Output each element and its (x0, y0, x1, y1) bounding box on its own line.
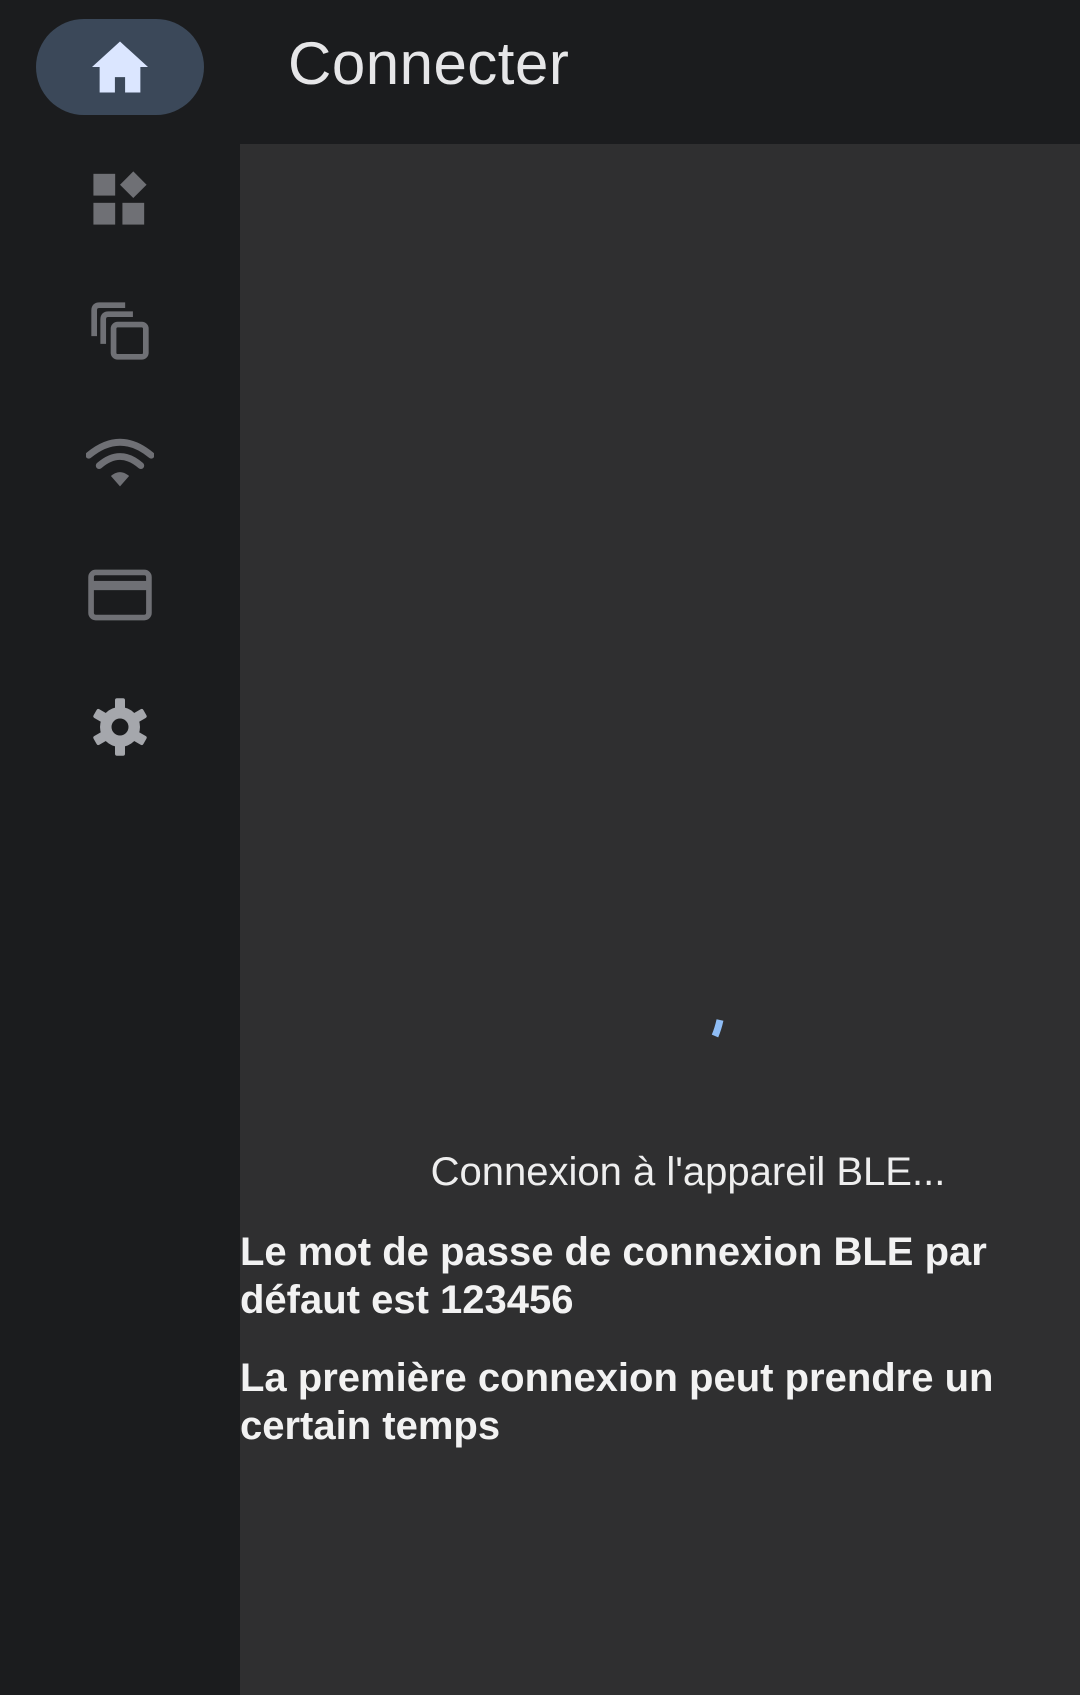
wifi-icon (86, 438, 154, 487)
loading-spinner-icon (711, 1019, 724, 1038)
nav-item-wifi[interactable] (36, 415, 204, 511)
nav-item-copy[interactable] (36, 283, 204, 379)
nav-item-widgets[interactable] (36, 150, 204, 246)
home-icon (92, 41, 148, 93)
top-app-bar: Connecter (240, 0, 1080, 144)
page-title: Connecter (288, 30, 570, 97)
nav-item-home[interactable] (36, 19, 204, 115)
connection-status-text: Connexion à l'appareil BLE... (430, 1150, 946, 1194)
copy-icon (91, 302, 149, 360)
first-connection-hint-text: La première connexion peut prendre un ce… (240, 1356, 994, 1448)
connection-panel: Connexion à l'appareil BLE... Le mot de … (240, 144, 1080, 1695)
navigation-rail (0, 0, 240, 1695)
nav-item-card[interactable] (36, 547, 204, 643)
card-icon (88, 569, 152, 621)
password-hint-text: Le mot de passe de connexion BLE par déf… (240, 1230, 987, 1322)
app-window: Connecter Connexion à l'appareil BLE... … (0, 0, 1080, 1695)
gear-icon (93, 698, 147, 756)
nav-item-settings[interactable] (36, 679, 204, 775)
widgets-icon (93, 171, 147, 225)
